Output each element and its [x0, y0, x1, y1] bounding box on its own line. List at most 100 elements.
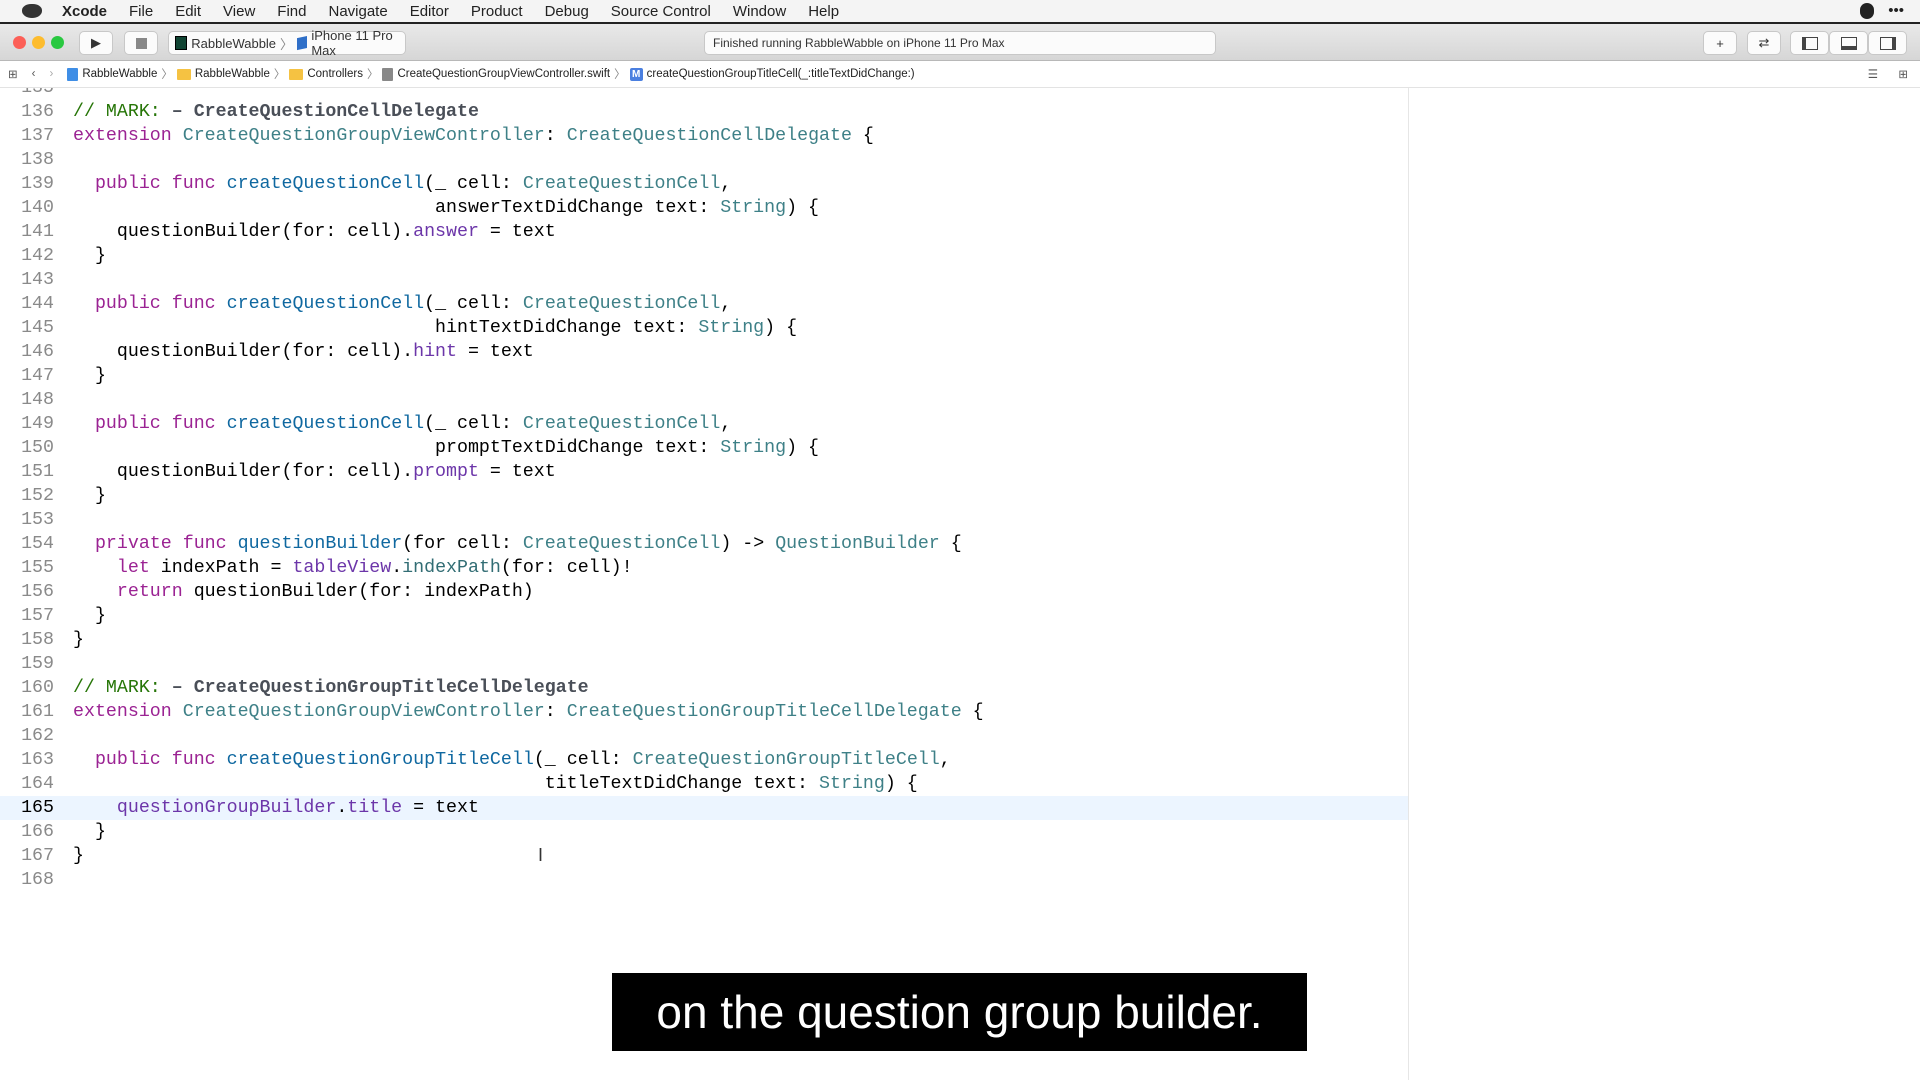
run-button[interactable]: ▶: [79, 31, 113, 55]
line-number[interactable]: 156: [0, 580, 54, 604]
line-number[interactable]: 137: [0, 124, 54, 148]
toggle-debug-area-button[interactable]: [1829, 31, 1868, 55]
stop-button[interactable]: [124, 31, 158, 55]
line-number[interactable]: 160: [0, 676, 54, 700]
code-line[interactable]: 135: [0, 88, 1408, 100]
code-line[interactable]: 148: [0, 388, 1408, 412]
line-number[interactable]: 157: [0, 604, 54, 628]
menu-editor[interactable]: Editor: [410, 3, 449, 20]
line-number[interactable]: 151: [0, 460, 54, 484]
code-line[interactable]: 136 // MARK: – CreateQuestionCellDelegate: [0, 100, 1408, 124]
code-line[interactable]: 163 public func createQuestionGroupTitle…: [0, 748, 1408, 772]
menu-source-control[interactable]: Source Control: [611, 3, 711, 20]
breadcrumb-file[interactable]: CreateQuestionGroupViewController.swift: [382, 67, 610, 81]
breadcrumb-group[interactable]: RabbleWabble: [176, 68, 270, 80]
code-line[interactable]: 145 hintTextDidChange text: String) {: [0, 316, 1408, 340]
apple-menu-icon[interactable]: [22, 4, 42, 18]
line-number[interactable]: 149: [0, 412, 54, 436]
menu-product[interactable]: Product: [471, 3, 523, 20]
code-line[interactable]: 137 extension CreateQuestionGroupViewCont…: [0, 124, 1408, 148]
code-line[interactable]: 139 public func createQuestionCell(_ cel…: [0, 172, 1408, 196]
line-number[interactable]: 138: [0, 148, 54, 172]
code-line[interactable]: 164 titleTextDidChange text: String) {: [0, 772, 1408, 796]
line-number[interactable]: 135: [0, 88, 54, 100]
line-number[interactable]: 148: [0, 388, 54, 412]
code-line[interactable]: 156 return questionBuilder(for: indexPat…: [0, 580, 1408, 604]
line-number[interactable]: 166: [0, 820, 54, 844]
code-line[interactable]: 143: [0, 268, 1408, 292]
line-number[interactable]: 155: [0, 556, 54, 580]
code-line[interactable]: 140 answerTextDidChange text: String) {: [0, 196, 1408, 220]
scheme-selector[interactable]: RabbleWabble 〉 iPhone 11 Pro Max: [168, 28, 406, 58]
line-number[interactable]: 159: [0, 652, 54, 676]
code-line[interactable]: 142 }: [0, 244, 1408, 268]
line-number[interactable]: 150: [0, 436, 54, 460]
line-number[interactable]: 165: [0, 796, 54, 820]
line-number[interactable]: 168: [0, 868, 54, 892]
code-line[interactable]: 146 questionBuilder(for: cell).hint = te…: [0, 340, 1408, 364]
code-line[interactable]: 147 }: [0, 364, 1408, 388]
code-line[interactable]: 153: [0, 508, 1408, 532]
toggle-inspector-button[interactable]: [1868, 31, 1907, 55]
line-number[interactable]: 153: [0, 508, 54, 532]
code-line[interactable]: 160 // MARK: – CreateQuestionGroupTitleCe…: [0, 676, 1408, 700]
library-button[interactable]: +: [1703, 31, 1737, 55]
line-number[interactable]: 164: [0, 772, 54, 796]
breadcrumb-method[interactable]: McreateQuestionGroupTitleCell(_:titleTex…: [629, 67, 915, 81]
breadcrumb-project[interactable]: RabbleWabble: [67, 67, 157, 81]
line-number[interactable]: 141: [0, 220, 54, 244]
zoom-window-button[interactable]: [51, 36, 64, 49]
code-line[interactable]: 149 public func createQuestionCell(_ cel…: [0, 412, 1408, 436]
close-window-button[interactable]: [13, 36, 26, 49]
code-line[interactable]: 154 private func questionBuilder(for cel…: [0, 532, 1408, 556]
code-line[interactable]: 138: [0, 148, 1408, 172]
code-line[interactable]: 144 public func createQuestionCell(_ cel…: [0, 292, 1408, 316]
screen-record-icon[interactable]: [1860, 2, 1875, 19]
code-line[interactable]: 150 promptTextDidChange text: String) {: [0, 436, 1408, 460]
code-line[interactable]: 161 extension CreateQuestionGroupViewCont…: [0, 700, 1408, 724]
line-number[interactable]: 144: [0, 292, 54, 316]
line-number[interactable]: 139: [0, 172, 54, 196]
related-items-icon[interactable]: ⊞: [8, 67, 18, 81]
minimize-window-button[interactable]: [32, 36, 45, 49]
code-line[interactable]: 155 let indexPath = tableView.indexPath(…: [0, 556, 1408, 580]
menu-app[interactable]: Xcode: [62, 3, 107, 20]
code-line[interactable]: 162: [0, 724, 1408, 748]
line-number[interactable]: 140: [0, 196, 54, 220]
menu-debug[interactable]: Debug: [545, 3, 589, 20]
code-line[interactable]: 159: [0, 652, 1408, 676]
menu-view[interactable]: View: [223, 3, 255, 20]
code-line[interactable]: 167}: [0, 844, 1408, 868]
code-line[interactable]: 168: [0, 868, 1408, 892]
code-line[interactable]: 166 }: [0, 820, 1408, 844]
line-number[interactable]: 158: [0, 628, 54, 652]
line-number[interactable]: 162: [0, 724, 54, 748]
line-number[interactable]: 167: [0, 844, 54, 868]
back-icon[interactable]: ‹: [32, 68, 36, 80]
menu-window[interactable]: Window: [733, 3, 786, 20]
line-number[interactable]: 152: [0, 484, 54, 508]
line-number[interactable]: 143: [0, 268, 54, 292]
forward-icon[interactable]: ›: [49, 68, 53, 80]
line-number[interactable]: 161: [0, 700, 54, 724]
line-number[interactable]: 163: [0, 748, 54, 772]
line-number[interactable]: 142: [0, 244, 54, 268]
more-icon[interactable]: •••: [1888, 2, 1904, 19]
line-number[interactable]: 147: [0, 364, 54, 388]
menu-find[interactable]: Find: [277, 3, 306, 20]
menu-edit[interactable]: Edit: [175, 3, 201, 20]
code-line[interactable]: 165 questionGroupBuilder.title = text: [0, 796, 1408, 820]
line-number[interactable]: 136: [0, 100, 54, 124]
breadcrumb-controllers[interactable]: Controllers: [289, 68, 363, 80]
code-line[interactable]: 141 questionBuilder(for: cell).answer = …: [0, 220, 1408, 244]
code-line[interactable]: 157 }: [0, 604, 1408, 628]
menu-navigate[interactable]: Navigate: [328, 3, 387, 20]
editor-options-icon[interactable]: ☰: [1868, 67, 1878, 81]
line-number[interactable]: 146: [0, 340, 54, 364]
line-number[interactable]: 154: [0, 532, 54, 556]
line-number[interactable]: 145: [0, 316, 54, 340]
source-editor[interactable]: 135 136 // MARK: – CreateQuestionCellDeleg…: [0, 88, 1408, 1080]
code-review-button[interactable]: ⇄: [1747, 31, 1781, 55]
add-editor-icon[interactable]: ⊞: [1898, 67, 1908, 81]
code-line[interactable]: 152 }: [0, 484, 1408, 508]
